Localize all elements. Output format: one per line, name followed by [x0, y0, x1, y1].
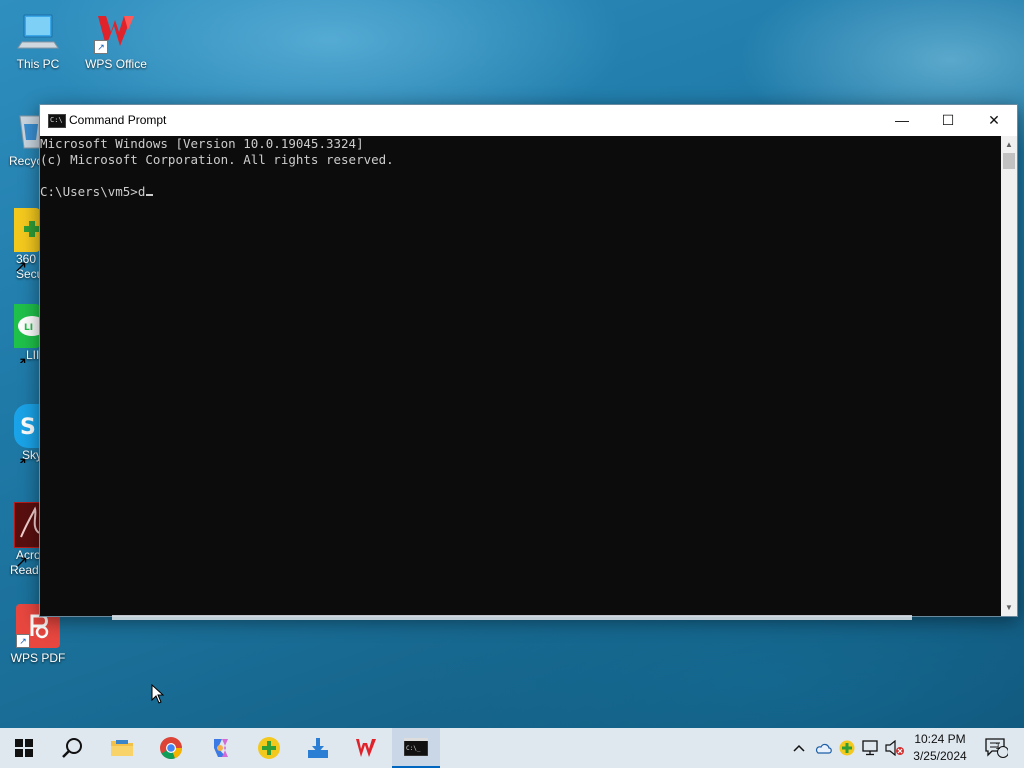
desktop-icon-line[interactable]: LI ↗ LII	[0, 304, 40, 363]
desktop-icon-label: This PC	[16, 57, 60, 71]
start-button[interactable]	[0, 728, 48, 768]
360-security-icon: ↗	[14, 208, 40, 276]
terminal-icon: C:\	[48, 114, 66, 128]
clock-time: 10:24 PM	[914, 732, 966, 746]
text-cursor	[146, 194, 154, 196]
svg-text:S: S	[20, 415, 36, 440]
desktop-icon-360-security[interactable]: ↗ 360 T Secu	[0, 208, 40, 282]
recycle-bin-icon	[18, 110, 40, 154]
close-button[interactable]: ✕	[971, 105, 1017, 136]
chevron-up-icon	[793, 744, 805, 752]
downloader-button[interactable]	[294, 728, 342, 768]
desktop-icon-recycle-bin[interactable]: Recyc	[0, 110, 40, 169]
mouse-pointer-icon	[151, 684, 165, 704]
search-icon	[62, 738, 82, 758]
taskbar: C:\_ 10:24 PM 3/25/2024 1	[0, 728, 1024, 768]
chrome-icon	[160, 737, 183, 760]
network-icon	[862, 740, 878, 756]
wps-office-icon	[356, 739, 376, 757]
terminal-output[interactable]: Microsoft Windows [Version 10.0.19045.33…	[40, 136, 1001, 616]
onedrive-icon	[815, 743, 832, 754]
clock-date: 3/25/2024	[913, 749, 967, 763]
show-hidden-icons-button[interactable]	[788, 728, 810, 768]
terminal-icon: C:\_	[404, 738, 428, 756]
desktop-icon-label: Recyc	[9, 154, 40, 168]
shortcut-arrow-icon: ↗	[15, 554, 29, 571]
desktop-icon-acrobat[interactable]: ↗ Acro Read	[0, 502, 40, 578]
notification-count: 1	[995, 741, 1001, 751]
wps-office-taskbar-button[interactable]	[343, 728, 391, 768]
volume-muted-icon	[885, 740, 904, 756]
scrollbar-thumb[interactable]	[1003, 153, 1015, 169]
shortcut-arrow-icon: ↗	[14, 259, 28, 276]
file-explorer-button[interactable]	[98, 728, 146, 768]
shortcut-arrow-icon: ↗	[16, 634, 30, 648]
command-prompt-taskbar-button[interactable]: C:\_	[392, 728, 440, 768]
this-pc-icon	[16, 10, 60, 54]
copilot-icon	[214, 739, 228, 757]
windows-logo-icon	[15, 739, 33, 757]
horizontal-scrollbar[interactable]	[112, 615, 912, 620]
acrobat-reader-icon: ↗	[14, 502, 40, 571]
folder-icon	[111, 740, 133, 756]
svg-text:C:\_: C:\_	[406, 745, 421, 752]
desktop-icon-skype[interactable]: S ↗ Sky	[0, 404, 40, 463]
shortcut-arrow-icon: ↗	[14, 353, 40, 363]
terminal-line: Microsoft Windows [Version 10.0.19045.33…	[40, 136, 364, 151]
search-button[interactable]	[48, 728, 96, 768]
desktop-icon-label: WPS Office	[85, 57, 147, 71]
onedrive-tray-button[interactable]	[812, 728, 834, 768]
command-prompt-window[interactable]: C:\ Command Prompt — ☐ ✕ Microsoft Windo…	[39, 104, 1018, 617]
scroll-down-arrow-icon[interactable]: ▼	[1001, 599, 1017, 616]
system-clock[interactable]: 10:24 PM 3/25/2024	[904, 731, 976, 765]
scroll-up-arrow-icon[interactable]: ▲	[1001, 136, 1017, 153]
chrome-button[interactable]	[147, 728, 195, 768]
desktop-icon-this-pc[interactable]: This PC	[0, 10, 76, 71]
shortcut-arrow-icon: ↗	[14, 453, 40, 463]
copilot-button[interactable]	[196, 728, 244, 768]
skype-icon: S ↗	[14, 404, 40, 463]
wps-office-icon: ↗	[94, 10, 138, 54]
download-icon	[308, 738, 328, 758]
terminal-prompt-line[interactable]: C:\Users\vm5>d	[40, 184, 1001, 200]
360-security-button[interactable]	[245, 728, 293, 768]
network-tray-button[interactable]	[860, 728, 882, 768]
line-app-icon: LI ↗	[14, 304, 40, 363]
360-tray-icon	[839, 740, 855, 756]
window-title: Command Prompt	[69, 113, 167, 127]
shortcut-arrow-icon: ↗	[94, 40, 108, 54]
desktop-icon-wps-office[interactable]: ↗ WPS Office	[78, 10, 154, 71]
desktop-icon-label: WPS PDF	[10, 651, 66, 665]
window-titlebar[interactable]: C:\ Command Prompt — ☐ ✕	[40, 105, 1017, 136]
maximize-button[interactable]: ☐	[925, 105, 971, 136]
vertical-scrollbar[interactable]: ▲ ▼	[1001, 136, 1017, 616]
minimize-button[interactable]: —	[879, 105, 925, 136]
terminal-line: (c) Microsoft Corporation. All rights re…	[40, 152, 394, 167]
360-security-icon	[258, 737, 280, 759]
svg-text:LI: LI	[24, 323, 33, 333]
volume-tray-button[interactable]	[884, 728, 906, 768]
360-tray-button[interactable]	[836, 728, 858, 768]
terminal-prompt: C:\Users\vm5>d	[40, 184, 146, 199]
